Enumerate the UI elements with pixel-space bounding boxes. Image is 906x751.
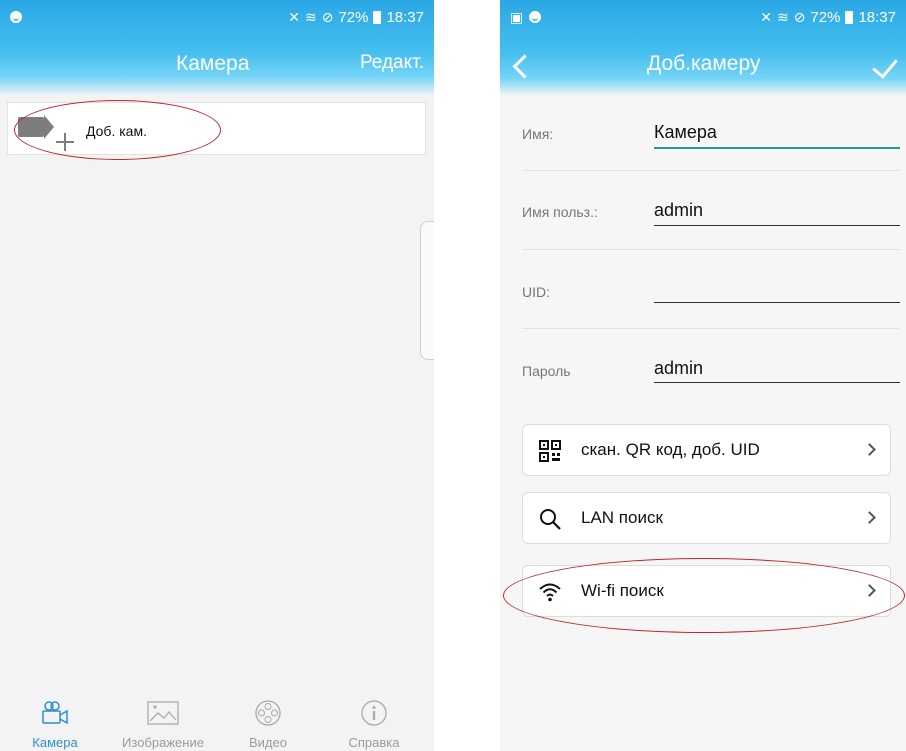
wifi-status-icon: ≋ [776,8,789,25]
name-field-underline [654,147,900,149]
tab-video-label: Видео [249,735,287,750]
notification-icon [529,11,542,23]
add-camera-screen: ▣ ✕ ≋ ⊘ 72% 18:37 Доб.камеру Имя: Камера… [500,0,906,751]
search-icon [540,509,561,530]
highlight-ellipse-add-camera [14,100,221,160]
name-field[interactable]: Камера [654,122,717,143]
qr-code-icon [539,440,561,462]
edit-button[interactable]: Редакт. [360,52,424,74]
film-reel-icon [255,700,281,726]
tab-help[interactable]: Справка [324,695,424,751]
uid-label: UID: [522,284,550,300]
wifi-status-icon: ≋ [304,8,317,25]
clock: 18:37 [858,8,896,26]
status-bar: ▣ ✕ ≋ ⊘ 72% 18:37 [500,0,906,34]
battery-icon [845,10,854,24]
battery-icon [373,10,382,24]
do-not-disturb-icon: ⊘ [321,8,334,25]
divider [522,328,900,329]
status-bar: ✕ ≋ ⊘ 72% 18:37 [0,0,434,34]
tab-video[interactable]: Видео [218,695,318,751]
lan-search-label: LAN поиск [581,508,663,527]
uid-field-underline [654,302,900,303]
tab-image-label: Изображение [122,735,204,750]
page-title: Доб.камеру [647,52,761,75]
divider [522,249,900,250]
do-not-disturb-icon: ⊘ [793,8,806,25]
chevron-right-icon [863,511,876,524]
page-title: Камера [176,52,250,75]
notification-icon [10,11,22,23]
tab-image[interactable]: Изображение [113,695,213,751]
tab-camera[interactable]: Камера [5,695,105,751]
name-label: Имя: [522,126,554,142]
info-icon [361,700,387,726]
tab-help-label: Справка [348,735,400,750]
mute-icon: ✕ [760,8,772,25]
chevron-right-icon [863,443,876,456]
tab-camera-label: Камера [32,735,78,750]
password-field-underline [654,382,900,383]
side-panel-handle[interactable] [420,221,434,360]
password-field[interactable]: admin [654,358,703,379]
lan-search-button[interactable]: LAN поиск [522,492,891,544]
password-label: Пароль [522,363,571,379]
username-label: Имя польз.: [522,204,598,220]
scan-qr-button[interactable]: скан. QR код, доб. UID [522,424,891,476]
highlight-ellipse-wifi-search [503,558,905,633]
battery-percent: 72% [338,8,369,26]
scan-qr-label: скан. QR код, доб. UID [581,440,760,459]
clock: 18:37 [386,8,424,26]
image-icon [147,701,179,725]
battery-percent: 72% [810,8,841,26]
divider [522,170,900,171]
username-field[interactable]: admin [654,200,703,221]
video-camera-icon [42,701,68,725]
bottom-tab-bar: Камера Изображение Видео Справка [0,695,434,751]
gallery-notification-icon: ▣ [510,8,524,25]
username-field-underline [654,225,900,226]
mute-icon: ✕ [288,8,300,25]
